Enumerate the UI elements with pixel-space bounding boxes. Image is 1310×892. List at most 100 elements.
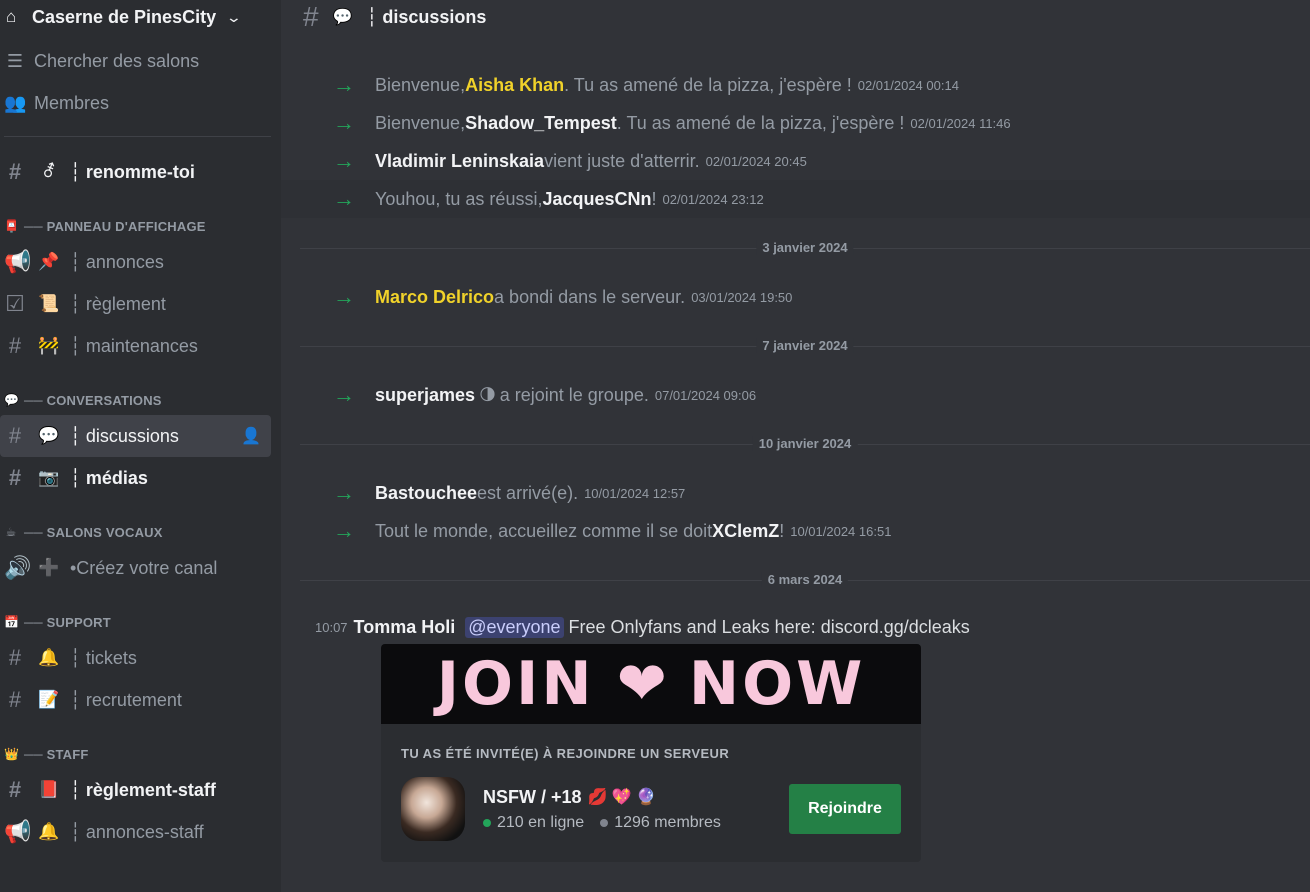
timestamp: 02/01/2024 00:14: [857, 77, 959, 93]
message-text: a rejoint le groupe.: [499, 384, 649, 405]
invite-server-name: NSFW / +18: [483, 786, 582, 807]
home-icon: ⌂: [6, 7, 17, 26]
channel-renomme-toi[interactable]: # ⚦ ┆ renomme-toi: [0, 151, 271, 193]
channel-reglement[interactable]: ☑ 📜 ┆ règlement: [0, 283, 271, 325]
username[interactable]: JacquesCNn: [542, 189, 651, 210]
channel-label: ┆ maintenances: [70, 335, 198, 356]
join-server-button[interactable]: Rejoindre: [789, 784, 901, 834]
message-text: Tout le monde, accueillez comme il se do…: [375, 520, 713, 541]
category-label: ── PANNEAU D'AFFICHAGE: [24, 218, 206, 234]
channel-emoji: 📝: [38, 690, 60, 709]
banner-text: NOW: [688, 649, 866, 719]
channel-label: ┆ règlement: [70, 293, 166, 314]
author-name[interactable]: Tomma Holi: [354, 617, 456, 638]
text-channel-icon: #: [8, 687, 22, 712]
text-channel-icon: #: [8, 777, 22, 802]
members-link[interactable]: 👥 Membres: [0, 82, 281, 124]
join-arrow-icon: →: [333, 72, 355, 97]
text-channel-icon: #: [8, 465, 22, 490]
username[interactable]: Bastouchee: [375, 483, 477, 504]
invite-stats: 210 en ligne 1296 membres: [483, 814, 721, 832]
speech-bubble-icon: 💬: [4, 393, 20, 407]
calendar-icon: 📅: [4, 615, 20, 629]
channel-label: ┆ tickets: [70, 647, 137, 668]
text-channel-icon: #: [8, 159, 22, 184]
invite-banner: JOIN ❤ NOW: [381, 644, 921, 724]
channel-label: ┆ annonces: [70, 251, 164, 272]
username[interactable]: XClemZ: [712, 521, 779, 542]
timestamp: 10:07: [315, 619, 348, 635]
message-text: Youhou, tu as réussi,: [375, 188, 543, 209]
channel-medias[interactable]: # 📷 ┆ médias: [0, 457, 271, 499]
channel-emoji: 🚧: [38, 336, 60, 355]
join-arrow-icon: →: [333, 382, 355, 407]
channel-reglement-staff[interactable]: # 📕 ┆ règlement-staff: [0, 769, 271, 811]
username[interactable]: Shadow_Tempest: [465, 113, 617, 134]
message-list: → Bienvenue, Aisha Khan . Tu as amené de…: [281, 66, 1310, 610]
channel-recrutement[interactable]: # 📝 ┆ recrutement: [0, 679, 271, 721]
channel-label: ┆ médias: [70, 467, 148, 488]
category-label: ── STAFF: [24, 746, 89, 762]
text-channel-icon: #: [8, 333, 22, 358]
message-text: Free Onlyfans and Leaks here: discord.gg…: [568, 616, 970, 637]
browse-channels-label: Chercher des salons: [34, 50, 200, 71]
join-arrow-icon: →: [333, 148, 355, 173]
join-arrow-icon: →: [333, 518, 355, 543]
online-dot-icon: [483, 818, 491, 827]
username[interactable]: Vladimir Leninskaia: [375, 151, 544, 172]
channel-creez-votre-canal[interactable]: 🔊 ➕ •Créez votre canal: [0, 547, 271, 589]
mailbox-icon: 📮: [4, 219, 20, 233]
timestamp: 10/01/2024 16:51: [790, 523, 892, 539]
channel-emoji: 💬: [38, 426, 60, 445]
channel-emoji: 📜: [38, 294, 60, 313]
username[interactable]: superjames: [375, 385, 475, 406]
system-message: → Bienvenue, Aisha Khan . Tu as amené de…: [281, 66, 1310, 104]
crown-icon: 👑: [4, 747, 20, 761]
join-arrow-icon: →: [333, 284, 355, 309]
members-label: Membres: [34, 92, 110, 113]
chevron-down-icon[interactable]: ⌄: [226, 9, 242, 26]
channel-tickets[interactable]: # 🔔 ┆ tickets: [0, 637, 271, 679]
date-divider: 6 mars 2024: [300, 568, 1310, 592]
join-arrow-icon: →: [333, 110, 355, 135]
channel-discussions[interactable]: # 💬 ┆ discussions 👤: [0, 415, 271, 457]
server-header[interactable]: ⌂ Caserne de PinesCity ⌄: [0, 0, 281, 34]
invite-people-icon[interactable]: 👤: [241, 426, 261, 446]
browse-channels[interactable]: ☰ Chercher des salons: [0, 40, 281, 82]
message-text: vient juste d'atterrir.: [544, 150, 700, 171]
chat-message: 10:07 Tomma Holi @everyone Free Onlyfans…: [281, 612, 1310, 862]
username[interactable]: Marco Delrico: [375, 287, 494, 308]
member-count: 1296 membres: [614, 813, 721, 831]
channel-label: ┆ recrutement: [70, 689, 182, 710]
date-label: 7 janvier 2024: [756, 338, 854, 353]
category-salons-vocaux[interactable]: ☕ ── SALONS VOCAUX: [0, 517, 281, 547]
heart-icon: ❤: [616, 650, 667, 717]
banner-text: JOIN: [436, 649, 595, 719]
category-panneau[interactable]: 📮 ── PANNEAU D'AFFICHAGE: [0, 211, 281, 241]
category-label: ── CONVERSATIONS: [24, 392, 162, 408]
category-staff[interactable]: 👑 ── STAFF: [0, 739, 281, 769]
date-label: 3 janvier 2024: [756, 240, 854, 255]
date-label: 10 janvier 2024: [752, 436, 858, 451]
channel-maintenances[interactable]: # 🚧 ┆ maintenances: [0, 325, 271, 367]
timestamp: 10/01/2024 12:57: [584, 485, 686, 501]
channel-emoji: 📕: [38, 780, 60, 799]
date-divider: 10 janvier 2024: [300, 432, 1310, 456]
text-channel-icon: #: [303, 1, 319, 32]
category-conversations[interactable]: 💬 ── CONVERSATIONS: [0, 385, 281, 415]
text-channel-icon: #: [8, 645, 22, 670]
username[interactable]: Aisha Khan: [465, 75, 564, 96]
system-message: → Bastouchee est arrivé(e). 10/01/2024 1…: [281, 474, 1310, 512]
category-label: ── SUPPORT: [24, 614, 111, 630]
timestamp: 03/01/2024 19:50: [691, 289, 793, 305]
system-message: → Youhou, tu as réussi, JacquesCNn ! 02/…: [281, 180, 1310, 218]
channel-annonces-staff[interactable]: 📢 🔔 ┆ annonces-staff: [0, 811, 271, 853]
announcement-channel-icon: 📢: [4, 249, 32, 274]
timestamp: 02/01/2024 20:45: [705, 153, 807, 169]
everyone-mention[interactable]: @everyone: [465, 616, 564, 638]
category-support[interactable]: 📅 ── SUPPORT: [0, 607, 281, 637]
timestamp: 02/01/2024 11:46: [910, 115, 1011, 131]
message-text: Bienvenue,: [375, 112, 466, 133]
channel-annonces[interactable]: 📢 📌 ┆ annonces: [0, 241, 271, 283]
system-message: → superjames 🌗 a rejoint le groupe. 07/0…: [281, 376, 1310, 414]
